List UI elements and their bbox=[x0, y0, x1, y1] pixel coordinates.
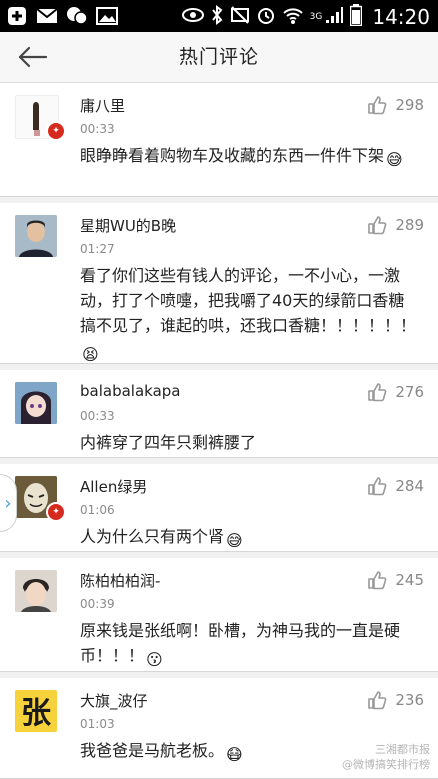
wifi-icon bbox=[282, 5, 304, 29]
thumbs-up-icon bbox=[368, 691, 387, 710]
like-count: 298 bbox=[395, 96, 424, 114]
comment-username[interactable]: Allen绿男 bbox=[80, 476, 147, 497]
back-button[interactable] bbox=[12, 40, 52, 74]
like-count: 245 bbox=[395, 571, 424, 589]
sweat-smile-emoji-icon: 😅 bbox=[386, 150, 403, 169]
comment-text: 内裤穿了四年只剩裤腰了 bbox=[80, 433, 257, 452]
comment-text: 人为什么只有两个肾 bbox=[80, 527, 225, 546]
like-count: 236 bbox=[395, 691, 424, 709]
comment-time: 01:03 bbox=[80, 717, 115, 731]
like-button[interactable]: 298 bbox=[367, 95, 424, 115]
comment-text: 我爸爸是马航老板。 bbox=[80, 741, 225, 760]
thumbs-up-icon bbox=[368, 216, 387, 235]
chat-icon bbox=[66, 5, 88, 27]
mail-icon bbox=[36, 5, 58, 27]
thumbs-up-icon bbox=[368, 383, 387, 402]
comment-time: 01:06 bbox=[80, 503, 115, 517]
like-button[interactable]: 276 bbox=[367, 382, 424, 402]
comment-time: 00:33 bbox=[80, 409, 115, 423]
side-drawer-handle[interactable]: › bbox=[0, 474, 17, 532]
comment-username[interactable]: balabalakapa bbox=[80, 382, 180, 400]
comment-username[interactable]: 大旗_波仔 bbox=[80, 690, 148, 711]
like-button[interactable]: 245 bbox=[367, 570, 424, 590]
avatar[interactable]: 张 bbox=[15, 690, 57, 732]
sweat-smile-emoji-icon: 😅 bbox=[226, 531, 243, 550]
thumbs-up-icon bbox=[368, 96, 387, 115]
svg-text:张: 张 bbox=[21, 696, 51, 731]
comment-time: 01:27 bbox=[80, 242, 115, 256]
watermark: 三湘都市报 @微博搞笑排行榜 bbox=[326, 742, 430, 776]
bluetooth-icon bbox=[210, 5, 224, 29]
watermark-line2: @微博搞笑排行榜 bbox=[342, 758, 430, 771]
thumbs-up-icon bbox=[368, 477, 387, 496]
arrow-left-icon bbox=[18, 46, 48, 68]
verified-badge-icon: ✦ bbox=[46, 121, 66, 141]
chevron-right-icon: › bbox=[4, 492, 12, 514]
avatar[interactable] bbox=[15, 382, 57, 424]
like-button[interactable]: 289 bbox=[367, 215, 424, 235]
tired-face-emoji-icon: 😫 bbox=[82, 345, 99, 364]
avatar[interactable] bbox=[15, 570, 57, 612]
network-label: 3G bbox=[309, 12, 323, 22]
comment-item: 陈柏柏柏润- 00:39 245 原来钱是张纸啊！卧槽，为神马我的一直是硬币！！… bbox=[0, 558, 438, 672]
eye-icon bbox=[181, 7, 204, 27]
comment-list: ✦ 庸八里 00:33 298 眼睁睁看着购物车及收藏的东西一件件下架 😅 星期W… bbox=[0, 83, 438, 779]
mute-icon bbox=[230, 5, 250, 29]
watermark-line1: 三湘都市报 bbox=[375, 743, 430, 756]
comment-time: 00:39 bbox=[80, 597, 115, 611]
comment-text: 看了你们这些有钱人的评论，一不小心，一激动，打了个喷嚏，把我嚼了40天的绿箭口香… bbox=[80, 266, 417, 335]
comment-item: ✦ 庸八里 00:33 298 眼睁睁看着购物车及收藏的东西一件件下架 😅 bbox=[0, 83, 438, 197]
alarm-icon bbox=[256, 5, 276, 29]
status-time: 14:20 bbox=[372, 5, 430, 29]
comment-item: balabalakapa 00:33 276 内裤穿了四年只剩裤腰了 bbox=[0, 370, 438, 458]
page-title: 热门评论 bbox=[178, 46, 259, 68]
like-count: 284 bbox=[395, 477, 424, 495]
like-button[interactable]: 284 bbox=[367, 476, 424, 496]
thumbs-up-icon bbox=[368, 571, 387, 590]
add-icon bbox=[6, 5, 28, 27]
comment-username[interactable]: 星期WU的B晚 bbox=[80, 215, 176, 236]
app-bar: 热门评论 bbox=[0, 32, 438, 83]
comment-item: 星期WU的B晚 01:27 289 看了你们这些有钱人的评论，一不小心，一激动，… bbox=[0, 203, 438, 364]
comment-username[interactable]: 庸八里 bbox=[80, 95, 125, 116]
signal-icon bbox=[324, 5, 344, 29]
image-icon bbox=[96, 5, 118, 27]
comment-text: 原来钱是张纸啊！卧槽，为神马我的一直是硬币！！！ bbox=[80, 621, 401, 665]
mask-face-emoji-icon: 😷 bbox=[226, 745, 243, 764]
whistle-emoji-icon: 😗 bbox=[146, 650, 163, 669]
comment-time: 00:33 bbox=[80, 122, 115, 136]
comment-username[interactable]: 陈柏柏柏润- bbox=[80, 570, 160, 591]
like-count: 289 bbox=[395, 216, 424, 234]
comment-text: 眼睁睁看着购物车及收藏的东西一件件下架 bbox=[80, 146, 385, 165]
verified-badge-icon: ✦ bbox=[46, 502, 66, 522]
like-count: 276 bbox=[395, 383, 424, 401]
status-bar: 3G 14:20 bbox=[0, 0, 438, 32]
avatar[interactable] bbox=[15, 215, 57, 257]
battery-icon bbox=[350, 4, 363, 30]
comment-item: ✦ Allen绿男 01:06 284 人为什么只有两个肾 😅 bbox=[0, 464, 438, 552]
like-button[interactable]: 236 bbox=[367, 690, 424, 710]
